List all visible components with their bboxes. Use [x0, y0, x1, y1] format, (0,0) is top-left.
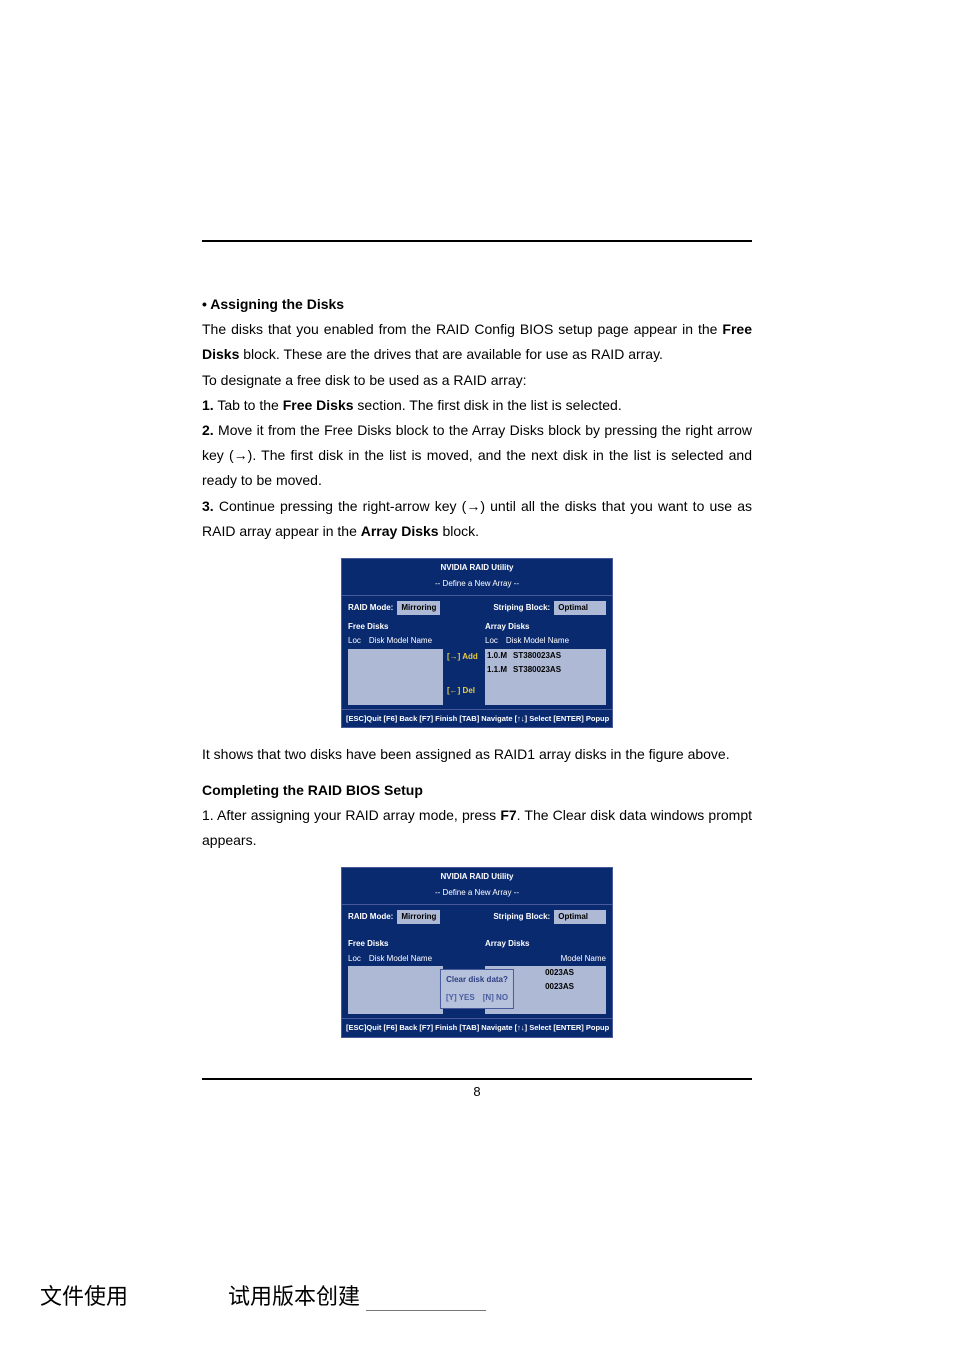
body-text: • Assigning the Disks The disks that you… [202, 292, 752, 1038]
bottom-rule [202, 1078, 752, 1080]
bios-columns: Free Disks Loc Disk Model Name [→] Add [… [342, 620, 612, 709]
bold-f7: F7 [500, 807, 516, 823]
array-disks-header: Model Name [485, 952, 606, 966]
free-disks-list [348, 649, 443, 705]
bios-footer: [ESC]Quit [F6] Back [F7] Finish [TAB] Na… [342, 709, 612, 728]
text: 1. After assigning your RAID array mode,… [202, 807, 500, 823]
bios-title: NVIDIA RAID Utility [342, 868, 612, 886]
free-disks-label: Free Disks [348, 937, 443, 951]
step-num: 1. [202, 397, 214, 413]
text: Tab to the [214, 397, 283, 413]
text: block. [439, 523, 479, 539]
col-model: Disk Model Name [369, 952, 432, 966]
text: The disks that you enabled from the RAID… [202, 321, 722, 337]
trial-underline [366, 1308, 486, 1311]
array-disks-label: Array Disks [485, 937, 606, 951]
bold: Free Disks [283, 397, 354, 413]
bios-subtitle: -- Define a New Array -- [342, 577, 612, 595]
step-2: 2. Move it from the Free Disks block to … [202, 418, 752, 494]
free-disks-list [348, 966, 443, 1014]
step-num: 3. [202, 498, 214, 514]
step-num: 2. [202, 422, 214, 438]
paragraph: To designate a free disk to be used as a… [202, 368, 752, 393]
loc: 1.1.M [487, 663, 507, 677]
col-model-partial: Model Name [561, 952, 606, 966]
dialog-yes: [Y] YES [446, 991, 475, 1005]
loc: 1.0.M [487, 649, 507, 663]
bios-mode-row: RAID Mode: Mirroring Striping Block: Opt… [342, 905, 612, 929]
col-loc: Loc [485, 634, 498, 648]
raid-mode-label: RAID Mode: [348, 910, 393, 924]
bios-screenshot-1: NVIDIA RAID Utility -- Define a New Arra… [341, 558, 613, 728]
bold: Array Disks [361, 523, 439, 539]
model: ST380023AS [513, 649, 561, 663]
bios-mid-buttons: [→] Add [←] Del [447, 620, 481, 705]
model: ST380023AS [513, 663, 561, 677]
page-number: 8 [202, 1084, 752, 1099]
bios-subtitle: -- Define a New Array -- [342, 886, 612, 904]
free-disks-header: Loc Disk Model Name [348, 634, 443, 648]
dialog-no: [N] NO [483, 991, 508, 1005]
striping-value: Optimal [554, 910, 606, 924]
bios-title: NVIDIA RAID Utility [342, 559, 612, 577]
step-1: 1. Tab to the Free Disks section. The fi… [202, 393, 752, 418]
completing-step-1: 1. After assigning your RAID array mode,… [202, 803, 752, 853]
bios-footer: [ESC]Quit [F6] Back [F7] Finish [TAB] Na… [342, 1018, 612, 1037]
add-label: [→] Add [447, 650, 481, 664]
striping-value: Optimal [554, 601, 606, 615]
list-row: 1.0.M ST380023AS [485, 649, 606, 663]
dialog-title: Clear disk data? [446, 973, 508, 987]
free-disks-header: Loc Disk Model Name [348, 952, 443, 966]
col-model: Disk Model Name [506, 634, 569, 648]
array-disks-list: 1.0.M ST380023AS 1.1.M ST380023AS [485, 649, 606, 705]
bios-screenshot-2: NVIDIA RAID Utility -- Define a New Arra… [341, 867, 613, 1037]
text: Move it from the Free Disks block to the… [202, 422, 752, 488]
col-model: Disk Model Name [369, 634, 432, 648]
list-row: 1.1.M ST380023AS [485, 663, 606, 677]
del-label: [←] Del [447, 684, 481, 698]
free-disks-label: Free Disks [348, 620, 443, 634]
col-loc: Loc [348, 634, 361, 648]
array-disks-header: Loc Disk Model Name [485, 634, 606, 648]
trial-mid: 试用版本创建 [228, 1279, 360, 1311]
page-content: • Assigning the Disks The disks that you… [202, 0, 752, 1099]
striping-label: Striping Block: [493, 601, 550, 615]
paragraph: The disks that you enabled from the RAID… [202, 317, 752, 367]
trial-left: 文件使用 [40, 1279, 128, 1311]
text: section. The first disk in the list is s… [354, 397, 622, 413]
striping-label: Striping Block: [493, 910, 550, 924]
array-disks-panel: Array Disks Loc Disk Model Name 1.0.M ST… [485, 620, 606, 705]
assigning-heading: • Assigning the Disks [202, 292, 752, 317]
raid-mode-value: Mirroring [397, 910, 440, 924]
trial-watermark: 文件使用 试用版本创建 [0, 1279, 954, 1321]
top-rule [202, 240, 752, 242]
step-3: 3. Continue pressing the right-arrow key… [202, 494, 752, 544]
clear-disk-dialog: Clear disk data? [Y] YES [N] NO [440, 969, 514, 1010]
col-loc: Loc [348, 952, 361, 966]
bios-inner: Free Disks Loc Disk Model Name [→] Del A… [342, 929, 612, 1018]
bios-mode-row: RAID Mode: Mirroring Striping Block: Opt… [342, 596, 612, 620]
raid-mode-label: RAID Mode: [348, 601, 393, 615]
caption: It shows that two disks have been assign… [202, 742, 752, 767]
array-disks-label: Array Disks [485, 620, 606, 634]
raid-mode-value: Mirroring [397, 601, 440, 615]
free-disks-panel: Free Disks Loc Disk Model Name [348, 620, 443, 705]
completing-heading: Completing the RAID BIOS Setup [202, 778, 752, 803]
free-disks-panel: Free Disks Loc Disk Model Name [348, 937, 443, 1014]
text: block. These are the drives that are ava… [239, 346, 663, 362]
